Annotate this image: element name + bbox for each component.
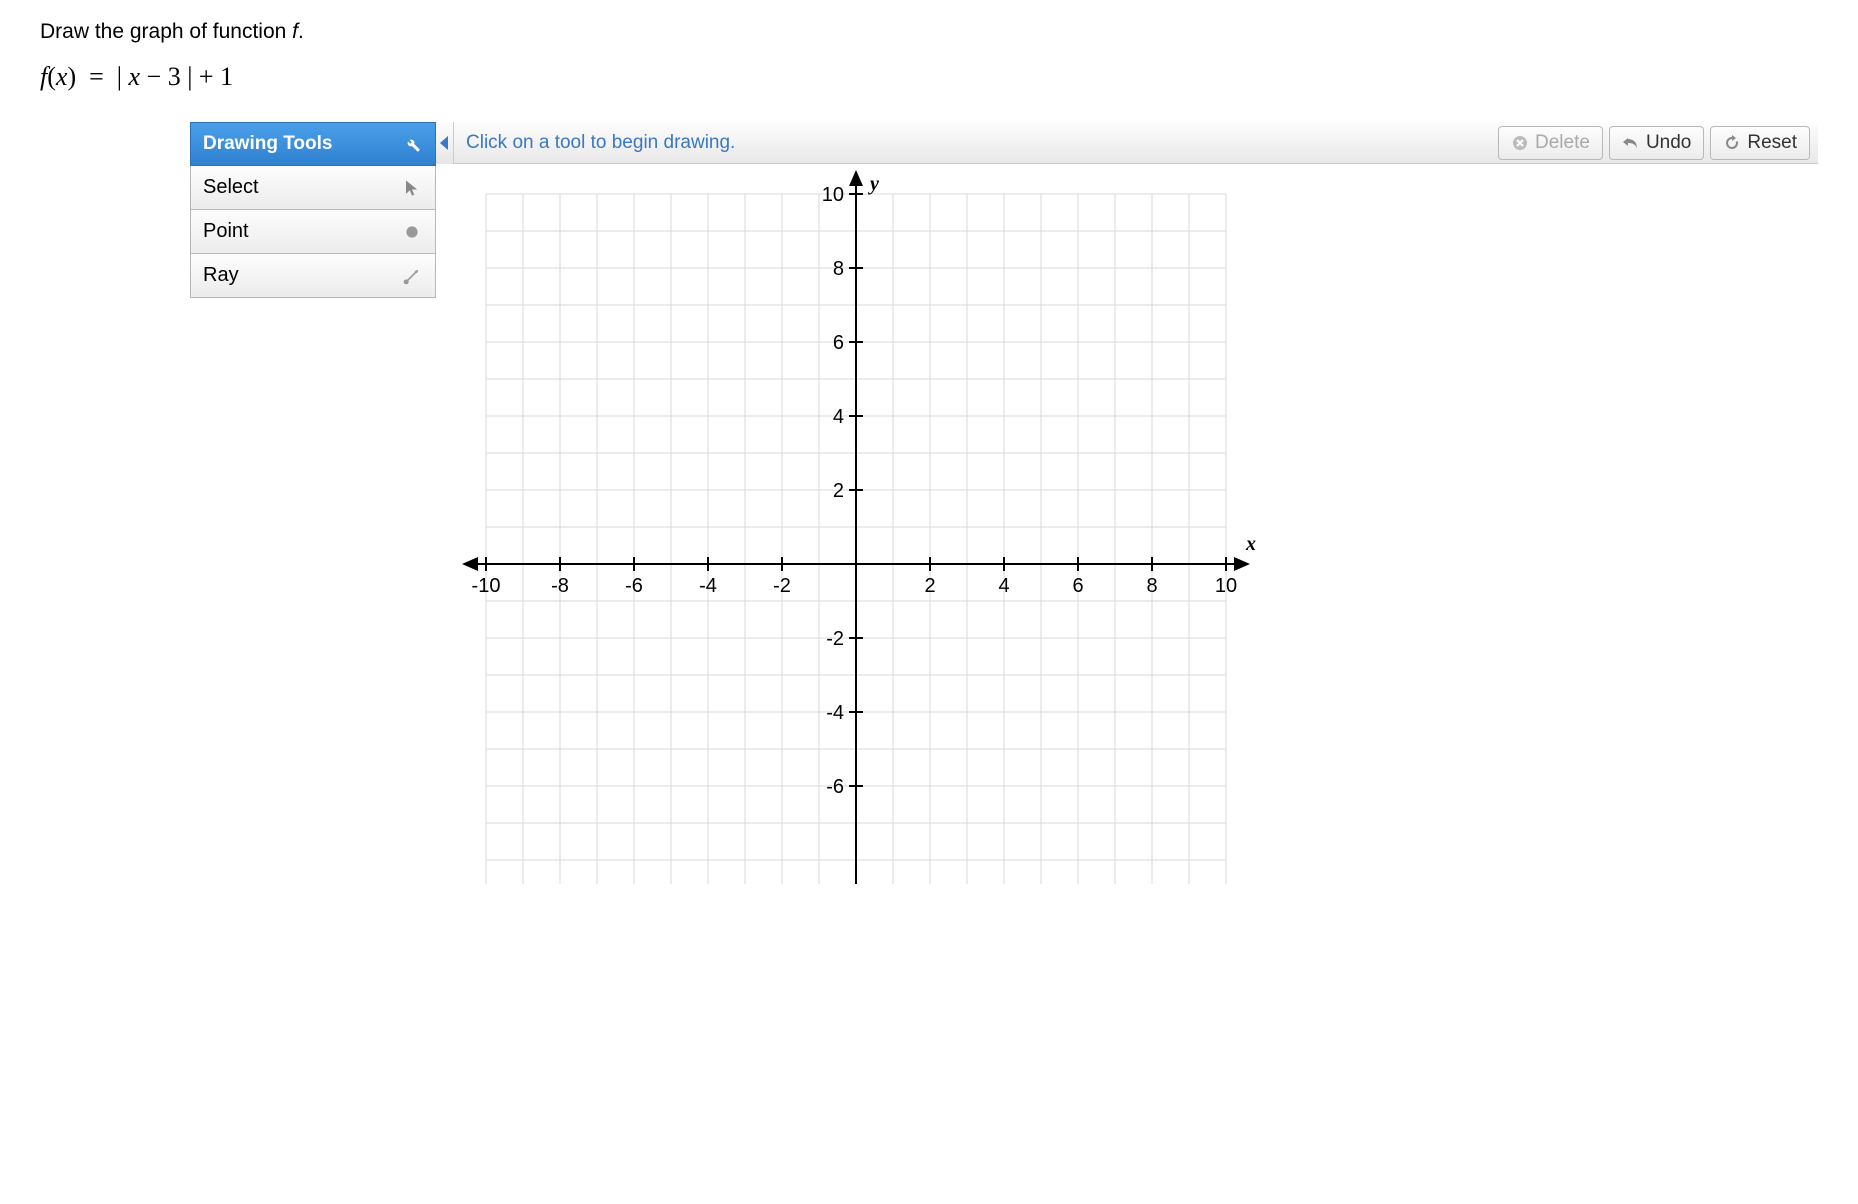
delete-label: Delete: [1535, 132, 1590, 154]
delete-button[interactable]: Delete: [1498, 126, 1603, 160]
tool-point[interactable]: Point: [190, 210, 436, 254]
svg-text:10: 10: [1215, 575, 1237, 597]
svg-text:y: y: [868, 173, 879, 195]
graphing-app: Drawing Tools Select Point Ray: [190, 122, 1818, 884]
svg-text:x: x: [1245, 533, 1256, 555]
svg-text:6: 6: [833, 332, 844, 354]
main-panel: Click on a tool to begin drawing. Delete…: [436, 122, 1818, 884]
delete-icon: [1511, 134, 1529, 152]
wrench-icon[interactable]: [401, 133, 423, 155]
sidebar: Drawing Tools Select Point Ray: [190, 122, 436, 884]
svg-text:-6: -6: [826, 776, 844, 798]
svg-text:4: 4: [998, 575, 1009, 597]
undo-icon: [1622, 134, 1640, 152]
hint-text: Click on a tool to begin drawing.: [466, 132, 1492, 154]
svg-text:-10: -10: [472, 575, 501, 597]
svg-text:2: 2: [833, 480, 844, 502]
svg-text:8: 8: [1146, 575, 1157, 597]
svg-text:-6: -6: [625, 575, 643, 597]
topbar: Click on a tool to begin drawing. Delete…: [436, 122, 1818, 164]
tools-header: Drawing Tools: [190, 122, 436, 166]
point-icon: [401, 221, 423, 243]
tool-ray[interactable]: Ray: [190, 254, 436, 298]
tool-point-label: Point: [203, 220, 249, 243]
tool-select-label: Select: [203, 176, 259, 199]
svg-text:10: 10: [822, 184, 844, 206]
svg-text:-8: -8: [551, 575, 569, 597]
prompt-text: Draw the graph of function f.: [40, 20, 1818, 44]
svg-text:-4: -4: [826, 702, 844, 724]
undo-label: Undo: [1646, 132, 1691, 154]
prompt-label: Draw the graph of function f.: [40, 20, 304, 43]
cursor-icon: [401, 177, 423, 199]
formula: f(x) = | x − 3 | + 1: [40, 62, 1818, 92]
collapse-sidebar-button[interactable]: [436, 122, 454, 164]
svg-text:6: 6: [1072, 575, 1083, 597]
tool-ray-label: Ray: [203, 264, 239, 287]
svg-text:-4: -4: [699, 575, 717, 597]
reset-label: Reset: [1747, 132, 1797, 154]
coordinate-grid[interactable]: -10 -8 -6 -4 -2 2 4 6 8 10 -6 -4 -2 2 4 6 8 10 x y: [436, 164, 1276, 884]
reset-button[interactable]: Reset: [1710, 126, 1810, 160]
svg-text:-2: -2: [826, 628, 844, 650]
tools-header-label: Drawing Tools: [203, 133, 332, 155]
reset-icon: [1723, 134, 1741, 152]
undo-button[interactable]: Undo: [1609, 126, 1704, 160]
svg-text:-2: -2: [773, 575, 791, 597]
tool-select[interactable]: Select: [190, 166, 436, 210]
svg-text:8: 8: [833, 258, 844, 280]
ray-icon: [401, 265, 423, 287]
svg-text:4: 4: [833, 406, 844, 428]
graph-area[interactable]: -10 -8 -6 -4 -2 2 4 6 8 10 -6 -4 -2 2 4 6 8 10 x y: [436, 164, 1818, 884]
svg-text:2: 2: [924, 575, 935, 597]
